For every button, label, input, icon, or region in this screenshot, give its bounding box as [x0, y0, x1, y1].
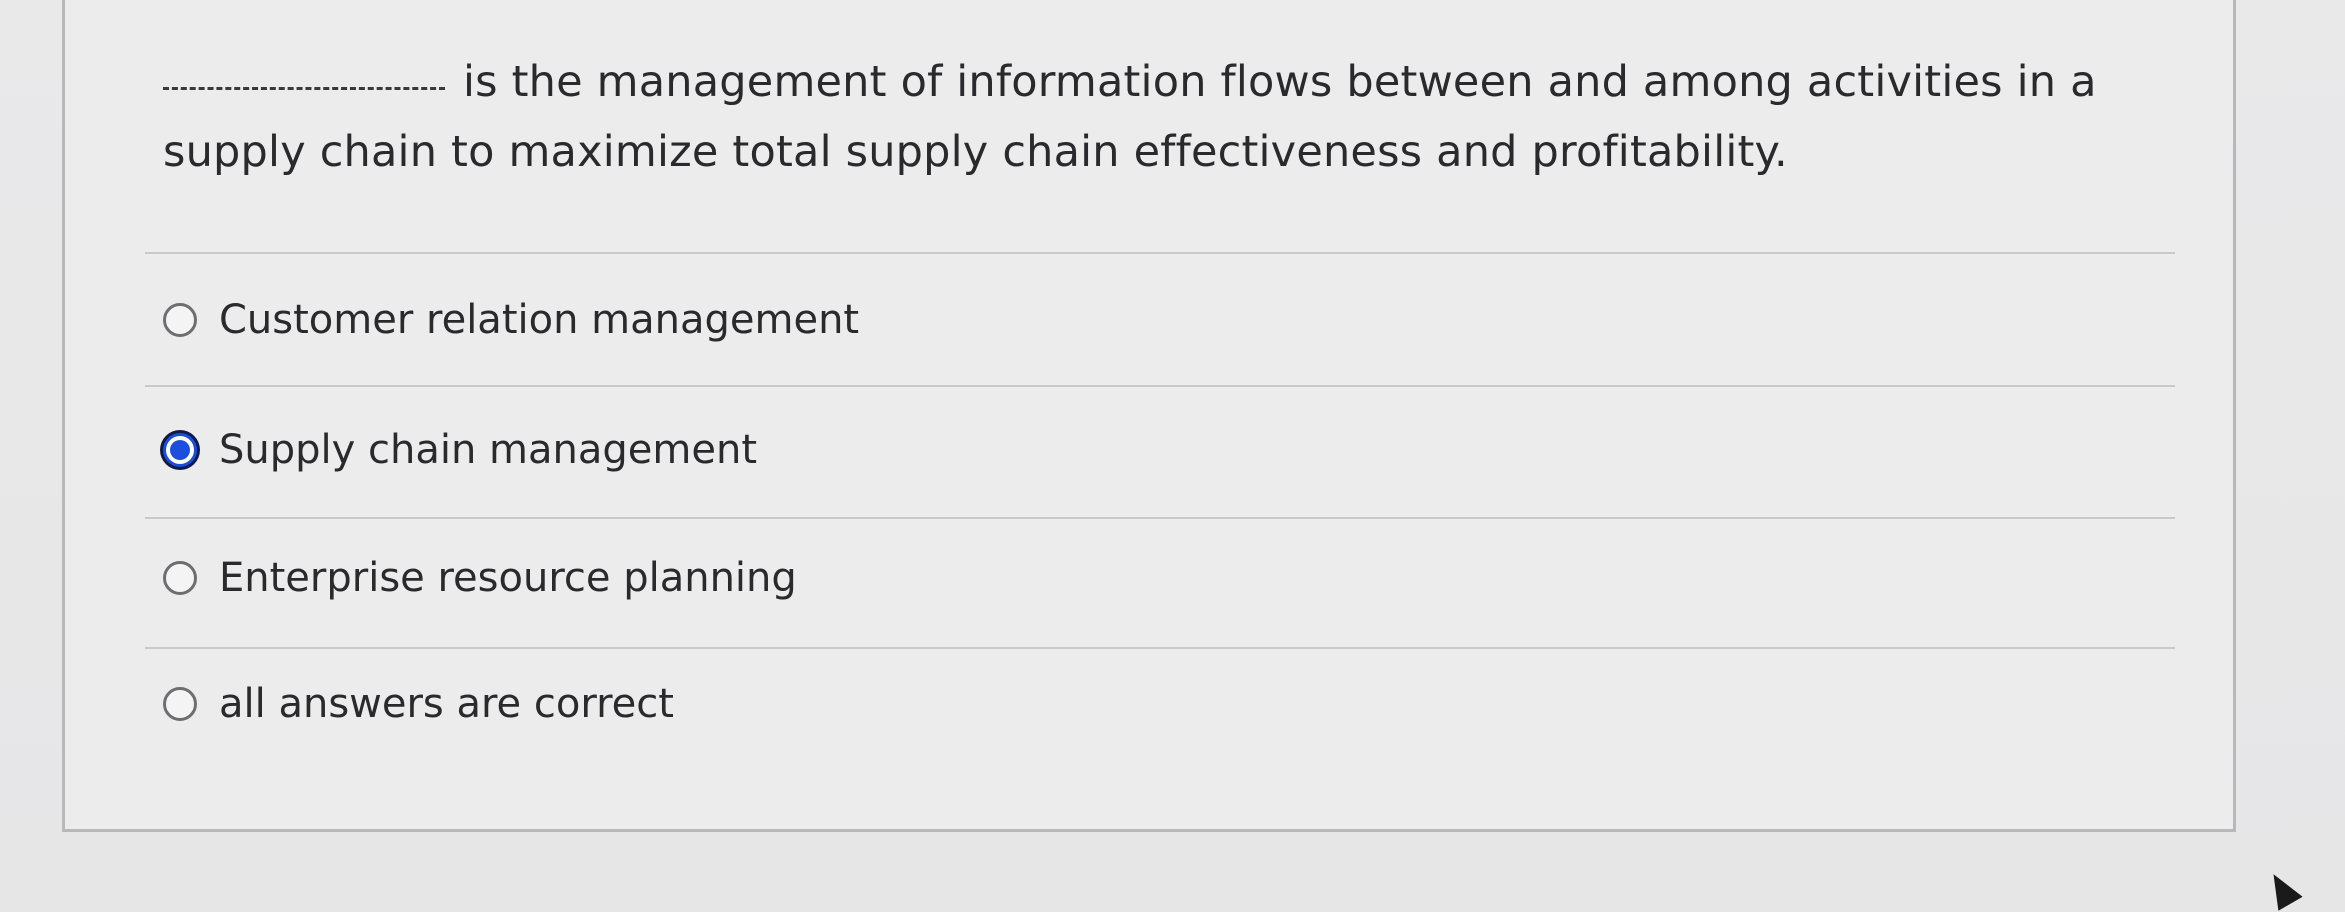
- radio-button-selected[interactable]: [163, 433, 197, 467]
- divider: [145, 647, 2175, 649]
- option-label: Customer relation management: [219, 297, 860, 343]
- radio-selected-dot-icon: [170, 440, 190, 460]
- divider: [145, 252, 2175, 254]
- radio-button-unselected[interactable]: [163, 687, 197, 721]
- option-label: all answers are correct: [219, 681, 674, 727]
- option-supply-chain-management[interactable]: Supply chain management: [163, 425, 757, 475]
- mouse-pointer-icon: [2261, 867, 2303, 911]
- divider: [145, 517, 2175, 519]
- radio-button-unselected[interactable]: [163, 561, 197, 595]
- question-prompt: is the management of information flows b…: [163, 57, 2097, 177]
- option-label: Supply chain management: [219, 427, 758, 473]
- question-text: is the management of information flows b…: [163, 47, 2163, 187]
- fill-in-blank: [163, 67, 445, 90]
- option-customer-relation-management[interactable]: Customer relation management: [163, 295, 859, 345]
- divider: [145, 385, 2175, 387]
- radio-button-unselected[interactable]: [163, 303, 197, 337]
- option-label: Enterprise resource planning: [219, 555, 797, 601]
- option-all-answers-correct[interactable]: all answers are correct: [163, 679, 674, 729]
- question-card: is the management of information flows b…: [62, 0, 2236, 832]
- option-enterprise-resource-planning[interactable]: Enterprise resource planning: [163, 553, 797, 603]
